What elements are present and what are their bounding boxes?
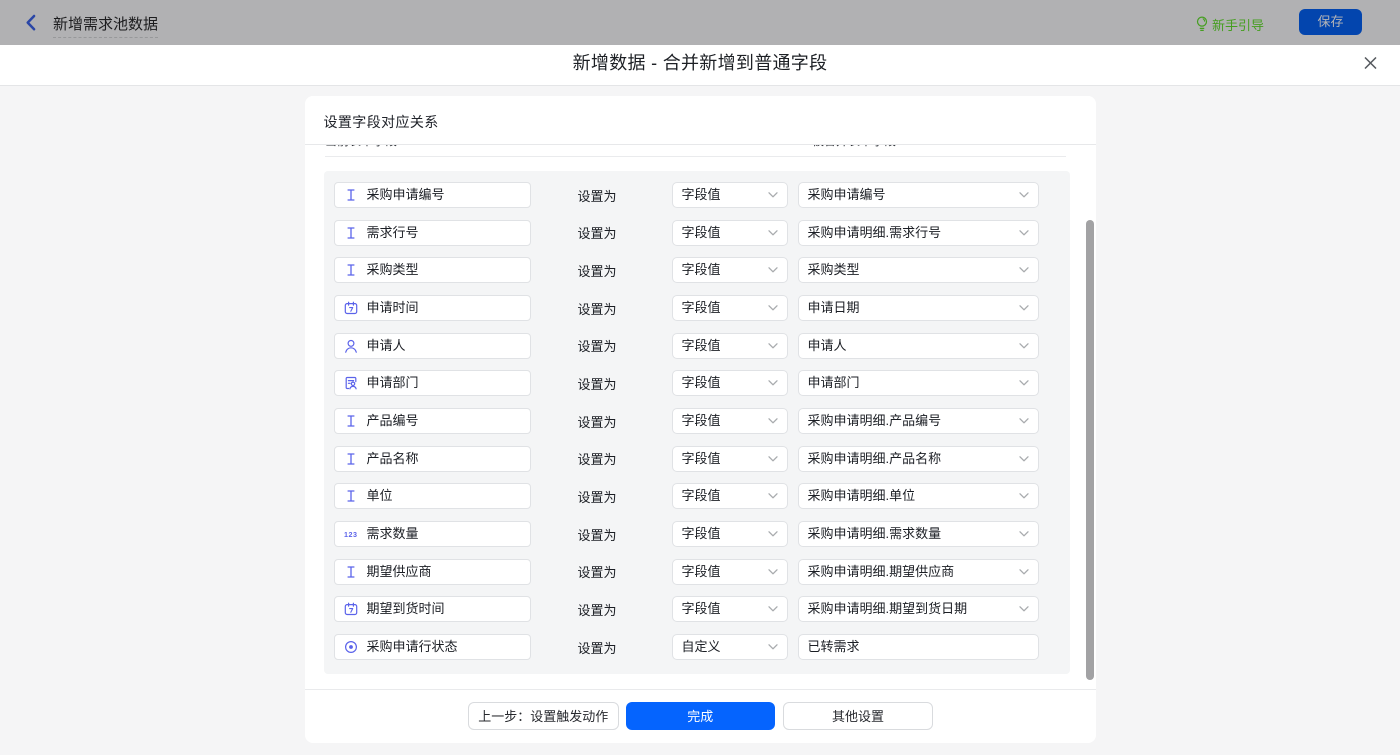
svg-text:123: 123 [344, 531, 358, 539]
